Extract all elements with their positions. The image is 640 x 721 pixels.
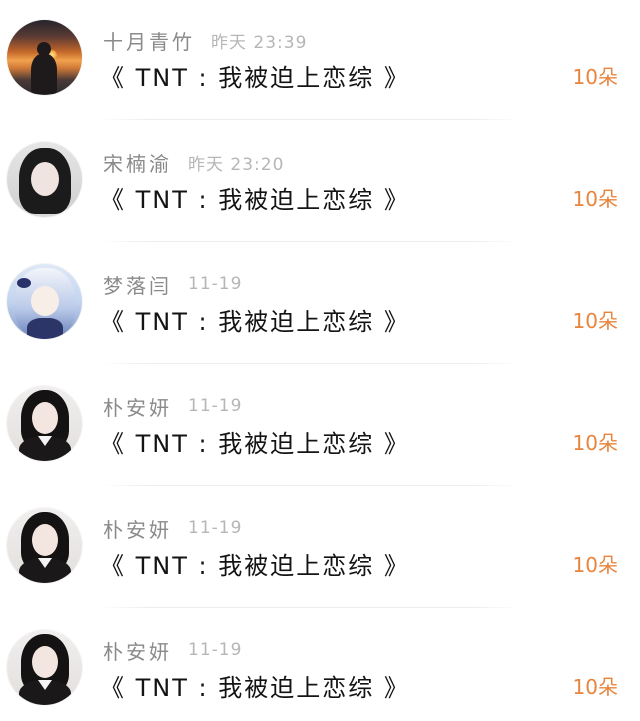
timestamp: 昨天 23:20 [188,154,285,175]
divider [100,363,520,364]
timestamp: 11-19 [188,274,243,294]
gift-count: 10朵 [572,675,618,699]
avatar[interactable] [7,264,82,339]
item-meta: 朴安妍 11-19 [103,392,242,420]
gift-count: 10朵 [572,553,618,577]
book-title[interactable]: 《 TNT : 我被迫上恋综 》 [100,546,410,581]
avatar[interactable] [7,386,82,461]
divider [100,607,520,608]
item-meta: 宋楠渝 昨天 23:20 [103,148,284,176]
list-item[interactable]: 宋楠渝 昨天 23:20 《 TNT : 我被迫上恋综 》 10朵 [0,122,640,244]
username[interactable]: 朴安妍 [103,392,172,421]
book-title[interactable]: 《 TNT : 我被迫上恋综 》 [100,180,410,215]
list-item[interactable]: 梦落闫 11-19 《 TNT : 我被迫上恋综 》 10朵 [0,244,640,366]
username[interactable]: 十月青竹 [103,26,195,55]
username[interactable]: 朴安妍 [103,636,172,665]
book-title[interactable]: 《 TNT : 我被迫上恋综 》 [100,302,410,337]
divider [100,241,520,242]
username[interactable]: 宋楠渝 [103,148,172,177]
book-title[interactable]: 《 TNT : 我被迫上恋综 》 [100,424,410,459]
item-meta: 朴安妍 11-19 [103,636,242,664]
list-item[interactable]: 朴安妍 11-19 《 TNT : 我被迫上恋综 》 10朵 [0,488,640,610]
avatar[interactable] [7,630,82,705]
list-item[interactable]: 朴安妍 11-19 《 TNT : 我被迫上恋综 》 10朵 [0,610,640,721]
avatar[interactable] [7,20,82,95]
gift-count: 10朵 [572,431,618,455]
divider [100,485,520,486]
username[interactable]: 朴安妍 [103,514,172,543]
gift-record-list: 十月青竹 昨天 23:39 《 TNT : 我被迫上恋综 》 10朵 宋楠渝 昨… [0,0,640,721]
divider [100,119,520,120]
book-title[interactable]: 《 TNT : 我被迫上恋综 》 [100,58,410,93]
book-title[interactable]: 《 TNT : 我被迫上恋综 》 [100,668,410,703]
avatar[interactable] [7,142,82,217]
list-item[interactable]: 十月青竹 昨天 23:39 《 TNT : 我被迫上恋综 》 10朵 [0,0,640,122]
avatar[interactable] [7,508,82,583]
timestamp: 11-19 [188,640,243,660]
gift-count: 10朵 [572,309,618,333]
timestamp: 11-19 [188,396,243,416]
list-item[interactable]: 朴安妍 11-19 《 TNT : 我被迫上恋综 》 10朵 [0,366,640,488]
gift-count: 10朵 [572,187,618,211]
item-meta: 朴安妍 11-19 [103,514,242,542]
item-meta: 十月青竹 昨天 23:39 [103,26,307,54]
timestamp: 11-19 [188,518,243,538]
gift-count: 10朵 [572,65,618,89]
item-meta: 梦落闫 11-19 [103,270,242,298]
timestamp: 昨天 23:39 [211,32,308,53]
username[interactable]: 梦落闫 [103,270,172,299]
